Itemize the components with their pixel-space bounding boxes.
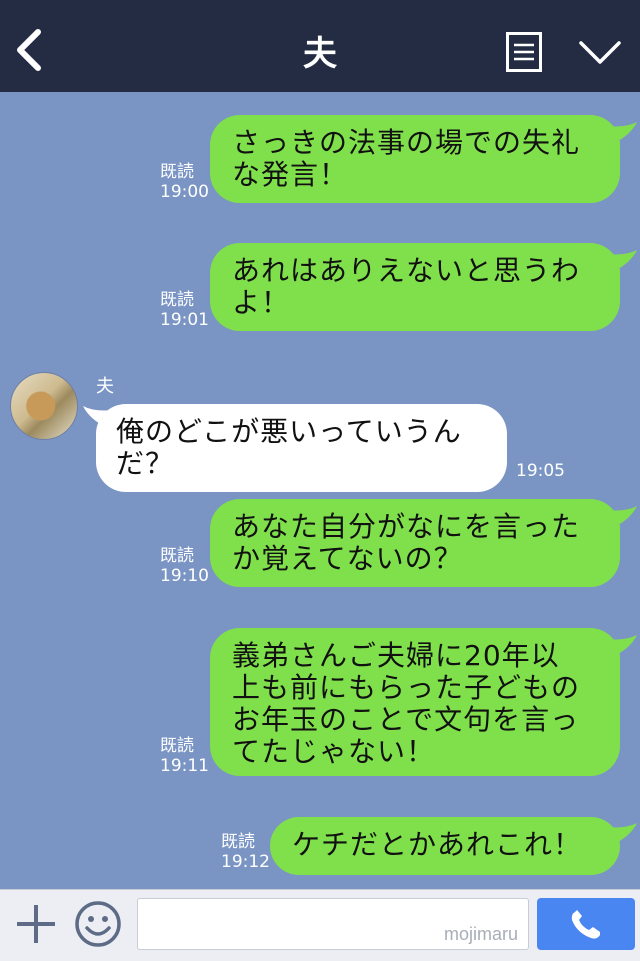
sender-name: 夫 <box>96 376 114 397</box>
add-button[interactable] <box>14 902 58 946</box>
message-bubble[interactable]: さっきの法事の場での失礼 な発言！ <box>210 115 620 203</box>
call-button[interactable] <box>537 898 635 950</box>
menu-button[interactable] <box>506 32 542 72</box>
bubble-tail <box>606 635 637 657</box>
bubble-tail <box>606 506 637 528</box>
chevron-left-icon <box>17 29 41 71</box>
back-button[interactable] <box>14 28 48 72</box>
message-time: 19:01 <box>160 310 209 330</box>
plus-icon <box>17 905 55 943</box>
message-meta: 既読 19:01 <box>160 290 209 330</box>
input-bar: mojimaru <box>0 889 640 961</box>
message-meta: 既読 19:12 <box>221 832 270 872</box>
avatar[interactable] <box>10 372 78 440</box>
read-receipt: 既読 <box>160 736 194 756</box>
message-bubble[interactable]: 義弟さんご夫婦に20年以 上も前にもらった子どもの お年玉のことで文句を言っ て… <box>210 628 620 776</box>
smiley-icon <box>75 901 121 947</box>
bubble-tail <box>606 122 637 144</box>
message-bubble[interactable]: あなた自分がなにを言った か覚えてないの？ <box>210 499 620 587</box>
read-receipt: 既読 <box>160 290 194 310</box>
phone-icon <box>571 910 600 939</box>
message-bubble[interactable]: ケチだとかあれこれ！ <box>270 817 620 875</box>
message-input[interactable]: mojimaru <box>137 898 529 950</box>
read-receipt: 既読 <box>160 546 194 566</box>
message-time: 19:11 <box>160 756 209 776</box>
chat-title: 夫 <box>303 34 337 74</box>
message-meta: 既読 19:10 <box>160 546 209 586</box>
message-meta: 既読 19:11 <box>160 736 209 776</box>
message-time: 19:05 <box>516 461 565 481</box>
message-bubble[interactable]: あれはありえないと思うわ よ！ <box>210 243 620 331</box>
chat-area[interactable]: 既読 19:00 さっきの法事の場での失礼 な発言！ 既読 19:01 あれはあ… <box>0 92 640 889</box>
menu-list-icon <box>506 32 542 72</box>
expand-button[interactable] <box>578 38 622 68</box>
chevron-down-icon <box>579 41 621 64</box>
bubble-tail <box>606 250 637 272</box>
watermark-text: mojimaru <box>443 924 518 944</box>
read-receipt: 既読 <box>160 162 194 182</box>
message-bubble[interactable]: 俺のどこが悪いっていうん だ？ <box>96 404 507 492</box>
message-time: 19:12 <box>221 852 270 872</box>
chat-header: 夫 <box>0 0 640 92</box>
read-receipt: 既読 <box>221 832 255 852</box>
message-time: 19:10 <box>160 566 209 586</box>
bubble-tail <box>606 823 637 845</box>
message-time: 19:00 <box>160 182 209 202</box>
emoji-button[interactable] <box>74 900 122 948</box>
message-meta: 既読 19:00 <box>160 162 209 202</box>
